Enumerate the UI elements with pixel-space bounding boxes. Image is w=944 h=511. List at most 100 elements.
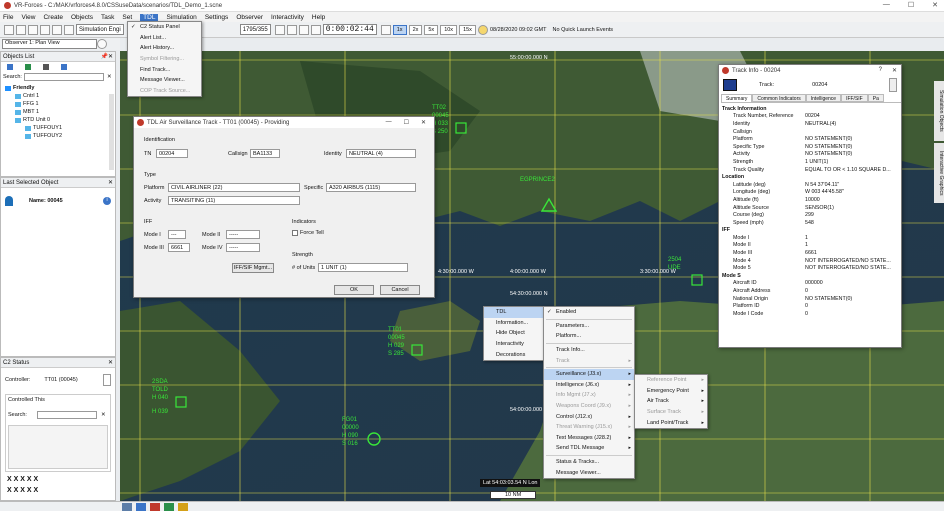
track-info-tab[interactable]: Intelligence — [805, 94, 842, 102]
taskbar-chrome-icon[interactable] — [164, 502, 174, 511]
c2-close-icon[interactable]: ✕ — [108, 359, 113, 366]
side-tab-graphics[interactable]: Interactive Graphics — [934, 143, 944, 203]
time-icon[interactable] — [380, 24, 391, 35]
track-info-tab[interactable]: Pa — [867, 94, 884, 102]
search-input[interactable] — [23, 73, 104, 81]
sim-engine-select[interactable]: Simulation Engi — [76, 24, 124, 35]
menu-file[interactable]: File — [3, 14, 13, 21]
speed-2x[interactable]: 2x — [408, 24, 423, 35]
menu-item[interactable]: Parameters... — [544, 321, 634, 332]
tree-item[interactable]: Cntrl 1 — [5, 92, 115, 100]
info-icon[interactable]: i — [103, 197, 111, 205]
menu-item[interactable]: Hide Object — [484, 328, 551, 339]
taskbar-explorer-icon[interactable] — [178, 502, 188, 511]
menu-item[interactable]: Message Viewer... — [128, 75, 201, 86]
speed-15x[interactable]: 15x — [459, 24, 476, 35]
tn-field[interactable]: 00204 — [156, 149, 188, 158]
menu-item[interactable]: ✓ Enabled — [544, 307, 634, 318]
track-info-button[interactable] — [889, 78, 897, 92]
delete-icon[interactable] — [64, 24, 74, 35]
specific-select[interactable]: A320 AIRBUS (1115) — [326, 183, 416, 192]
menu-item[interactable]: Message Viewer... — [544, 467, 634, 478]
menu-item[interactable]: Alert List... — [128, 33, 201, 44]
menu-item[interactable]: Status & Tracks... — [544, 457, 634, 468]
track-info-tab[interactable]: Common Indicators — [752, 94, 806, 102]
menu-view[interactable]: View — [21, 14, 35, 21]
menu-item[interactable]: Interactivity▸ — [484, 339, 551, 350]
c2-clear-icon[interactable]: ✕ — [101, 412, 106, 418]
track-info-tab[interactable]: Summary — [721, 94, 753, 102]
tree-item[interactable]: FFG 1 — [5, 100, 115, 108]
tree-item[interactable]: TUFFOUY1 — [5, 124, 115, 132]
mode1-field[interactable]: --- — [168, 230, 186, 239]
controlled-list[interactable] — [8, 425, 108, 469]
callsign-field[interactable]: BA1133 — [250, 149, 280, 158]
dialog-maximize-icon[interactable]: ☐ — [404, 119, 409, 126]
ok-button[interactable]: OK — [334, 285, 374, 295]
panel-pin-icon[interactable]: 📌✕ — [101, 53, 114, 60]
dialog-close-icon[interactable]: ✕ — [421, 119, 426, 126]
menu-create[interactable]: Create — [43, 14, 63, 21]
menu-observer[interactable]: Observer — [236, 14, 263, 21]
track-info-help-icon[interactable]: ? — [879, 67, 882, 74]
menu-item[interactable]: ✓ C2 Status Panel — [128, 22, 201, 33]
step-icon[interactable] — [310, 24, 321, 35]
taskbar-app-icon[interactable] — [122, 502, 132, 511]
menu-settings[interactable]: Settings — [205, 14, 229, 21]
group-icon[interactable] — [43, 64, 49, 70]
menu-help[interactable]: Help — [312, 14, 325, 21]
speed-5x[interactable]: 5x — [424, 24, 439, 35]
controller-select-button[interactable] — [103, 374, 111, 386]
play-icon[interactable] — [286, 24, 297, 35]
menu-item[interactable]: Information... — [484, 318, 551, 329]
activity-select[interactable]: TRANSITING (11) — [168, 196, 300, 205]
menu-item[interactable]: Send TDL Message ▸ — [544, 443, 634, 454]
observer-select[interactable]: Observer 1: Plan View — [2, 39, 97, 49]
mode3-field[interactable]: 6661 — [168, 243, 190, 252]
menu-item[interactable]: Find Track... — [128, 64, 201, 75]
menu-item[interactable]: Decorations▸ — [484, 349, 551, 360]
menu-item[interactable]: Land Point/Track ▸ — [635, 417, 707, 428]
save-icon[interactable] — [28, 24, 38, 35]
mode2-field[interactable]: ----- — [226, 230, 260, 239]
menu-item[interactable]: Alert History... — [128, 43, 201, 54]
mode4-field[interactable]: ----- — [226, 243, 260, 252]
quick-launch[interactable]: No Quick Launch Events — [553, 27, 614, 33]
menu-item[interactable]: TDL▸ — [484, 307, 551, 318]
menu-interactivity[interactable]: Interactivity — [271, 14, 304, 21]
speed-1x[interactable]: 1x — [392, 24, 407, 35]
menu-item[interactable]: Track Info... — [544, 345, 634, 356]
dialog-minimize-icon[interactable]: — — [386, 119, 392, 126]
iff-sif-mgmt-button[interactable]: IFF/SIF Mgmt... — [232, 263, 274, 273]
view-icon[interactable] — [7, 64, 13, 70]
tree-item[interactable]: MBT 1 — [5, 108, 115, 116]
menu-set[interactable]: Set — [122, 14, 132, 21]
tree-item[interactable]: Friendly — [5, 84, 115, 92]
identity-select[interactable]: NEUTRAL (4) — [346, 149, 416, 158]
track-info-tab[interactable]: IFF/SIF — [841, 94, 868, 102]
menu-item[interactable]: Intelligence (J6.x) ▸ — [544, 380, 634, 391]
tree-item[interactable]: TUFFOUY2 — [5, 132, 115, 140]
weather-icon[interactable] — [477, 24, 488, 35]
tree-item[interactable]: RTD Unit 0 — [5, 116, 115, 124]
panel-close-icon[interactable]: ✕ — [108, 179, 113, 186]
side-tab-sim-objects[interactable]: Simulation Objects — [934, 81, 944, 141]
paste-icon[interactable] — [52, 24, 62, 35]
menu-item[interactable]: Control (J12.x) ▸ — [544, 411, 634, 422]
new-scenario-icon[interactable] — [4, 24, 14, 35]
cancel-button[interactable]: Cancel — [380, 285, 420, 295]
menu-objects[interactable]: Objects — [71, 14, 93, 21]
minimize-icon[interactable]: — — [883, 1, 890, 9]
menu-item[interactable]: Text Messages (J28.2) ▸ — [544, 433, 634, 444]
menu-item[interactable]: Surveillance (J3.x) ▸ — [544, 368, 634, 380]
menu-simulation[interactable]: Simulation — [166, 14, 196, 21]
speed-10x[interactable]: 10x — [440, 24, 458, 35]
globe-icon[interactable] — [97, 39, 107, 49]
c2-search-input[interactable] — [36, 411, 97, 419]
taskbar-folder-icon[interactable] — [136, 502, 146, 511]
clear-search-icon[interactable]: ✕ — [107, 74, 112, 80]
close-icon[interactable]: ✕ — [932, 1, 938, 9]
menu-item[interactable]: Air Track ▸ — [635, 396, 707, 407]
filter-icon[interactable] — [25, 64, 31, 70]
platform-select[interactable]: CIVIL AIRLINER (22) — [168, 183, 300, 192]
